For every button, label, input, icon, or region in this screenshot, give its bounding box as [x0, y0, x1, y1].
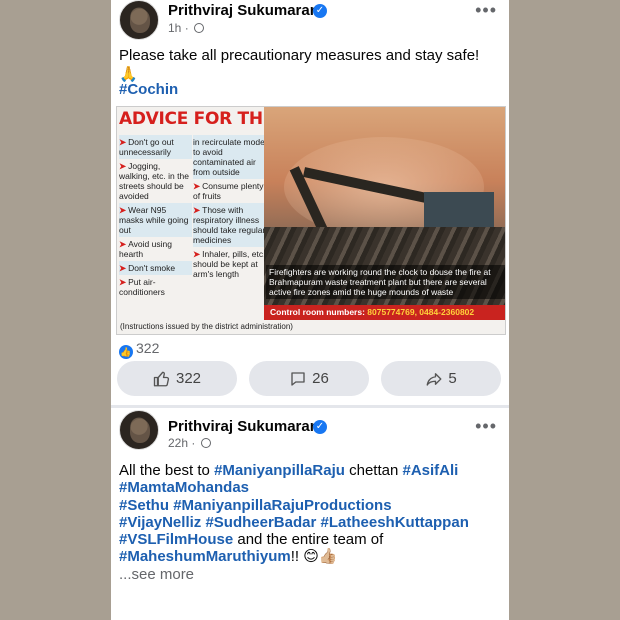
post-header: Prithviraj Sukumaran ✓ 1h · •••: [111, 0, 509, 44]
more-icon[interactable]: •••: [475, 0, 497, 21]
reaction-summary[interactable]: 👍 322: [119, 340, 159, 359]
verified-icon: ✓: [313, 420, 327, 434]
comment-count: 26: [312, 370, 329, 387]
like-count: 322: [175, 370, 202, 387]
post-text: All the best to #ManiyanpillaRaju chetta…: [119, 462, 504, 583]
author-name[interactable]: Prithviraj Sukumaran: [168, 418, 319, 435]
post-card: Prithviraj Sukumaran ✓ 22h · ••• All the…: [111, 408, 509, 620]
like-icon: [153, 371, 170, 386]
photo-caption: Firefighters are working round the clock…: [266, 265, 505, 299]
hashtag-link[interactable]: #VSLFilmHouse: [119, 531, 233, 548]
hashtag-link[interactable]: #MaheshumMaruthiyum: [119, 548, 291, 565]
reaction-count: 322: [136, 340, 160, 356]
hashtag-link[interactable]: #Cochin: [119, 81, 178, 98]
hashtag-link[interactable]: #Sethu: [119, 497, 169, 514]
post-meta: 22h ·: [168, 436, 211, 450]
advice-item: in recirculate mode to avoid contaminate…: [193, 135, 266, 179]
text-segment: chettan: [344, 462, 403, 479]
advice-item: ➤ Don't smoke: [119, 261, 192, 275]
hashtag-link[interactable]: #AsifAli: [402, 462, 458, 479]
news-feed: Prithviraj Sukumaran ✓ 1h · ••• Please t…: [111, 0, 509, 620]
text-segment: and the entire team of: [233, 531, 384, 549]
post-time[interactable]: 22h: [168, 436, 188, 450]
advice-item: ➤ Consume plenty of fruits: [193, 181, 264, 201]
avatar[interactable]: [119, 410, 159, 450]
advice-item: ➤ Jogging, walking, etc. in the streets s…: [119, 161, 189, 201]
news-footnote: (Instructions issued by the district adm…: [120, 322, 293, 331]
advice-column-left: ➤ Don't go out unnecessarily ➤ Jogging, wa…: [119, 135, 192, 299]
share-count: 5: [448, 370, 457, 387]
hashtag-link[interactable]: #ManiyanpillaRaju: [214, 462, 345, 479]
globe-icon: [200, 438, 211, 448]
text-segment: !! 😊👍🏼: [290, 548, 338, 566]
like-button[interactable]: 322: [117, 361, 237, 396]
hashtag-link[interactable]: #LatheeshKuttappan: [321, 514, 469, 531]
more-icon[interactable]: •••: [475, 416, 497, 437]
post-time[interactable]: 1h: [168, 21, 181, 35]
hashtag-link[interactable]: #VijayNelliz: [119, 514, 201, 531]
advice-item: ➤ Don't go out unnecessarily: [119, 135, 192, 159]
globe-icon: [194, 23, 205, 33]
hashtag-link[interactable]: #ManiyanpillaRajuProductions: [173, 497, 391, 514]
advice-column-right: in recirculate mode to avoid contaminate…: [193, 135, 266, 281]
hashtag-link[interactable]: #MamtaMohandas: [119, 479, 249, 496]
comment-icon: [291, 371, 305, 386]
advice-item: ➤ Put air-conditioners: [119, 277, 165, 297]
post-header: Prithviraj Sukumaran ✓ 22h · •••: [111, 408, 509, 452]
text-segment: All the best to: [119, 462, 215, 479]
verified-icon: ✓: [313, 4, 327, 18]
avatar[interactable]: [119, 0, 159, 40]
post-text: Please take all precautionary measures a…: [119, 47, 480, 83]
comment-button[interactable]: 26: [249, 361, 369, 396]
post-meta: 1h ·: [168, 21, 205, 35]
advice-item: ➤ Those with respiratory illness should t…: [193, 203, 266, 247]
post-image[interactable]: ADVICE FOR THE PUBLIC ➤ Don't go out unne…: [116, 106, 506, 335]
post-card: Prithviraj Sukumaran ✓ 1h · ••• Please t…: [111, 0, 509, 405]
like-icon: 👍: [119, 345, 133, 359]
hashtag-link[interactable]: #SudheerBadar: [205, 514, 316, 531]
share-icon: [426, 372, 442, 386]
share-button[interactable]: 5: [381, 361, 501, 396]
advice-item: ➤ Inhaler, pills, etc. should be kept at …: [193, 249, 266, 279]
control-room-banner: Control room numbers: 8075774769, 0484-2…: [264, 305, 505, 320]
advice-item: ➤ Avoid using hearth: [119, 239, 172, 259]
see-more-link[interactable]: ...see more: [119, 566, 194, 583]
author-name[interactable]: Prithviraj Sukumaran: [168, 2, 319, 19]
advice-item: ➤ Wear N95 masks while going out: [119, 203, 192, 237]
